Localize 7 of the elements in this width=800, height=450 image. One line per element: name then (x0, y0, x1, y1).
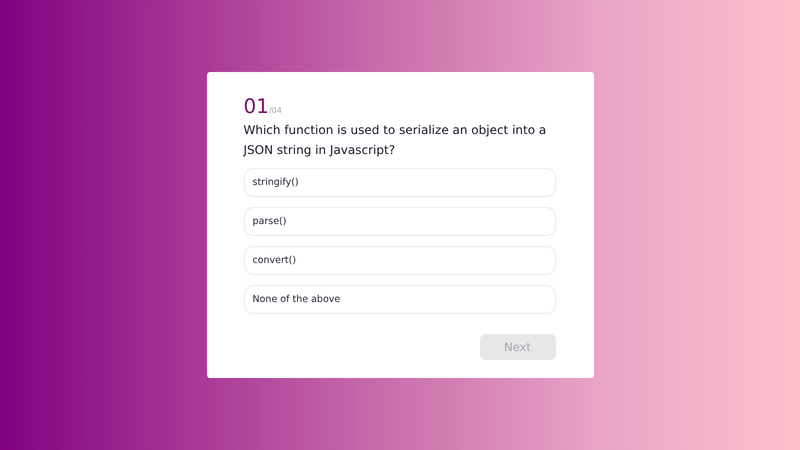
answer-option[interactable]: convert() (244, 246, 556, 275)
answer-option[interactable]: None of the above (244, 285, 556, 314)
answer-option[interactable]: stringify() (244, 168, 556, 197)
answer-option[interactable]: parse() (244, 207, 556, 236)
question-number: 01 (244, 95, 269, 117)
question-text: Which function is used to serialize an object into a JSON string in Javascript? (244, 122, 548, 159)
question-total: /04 (268, 106, 282, 115)
